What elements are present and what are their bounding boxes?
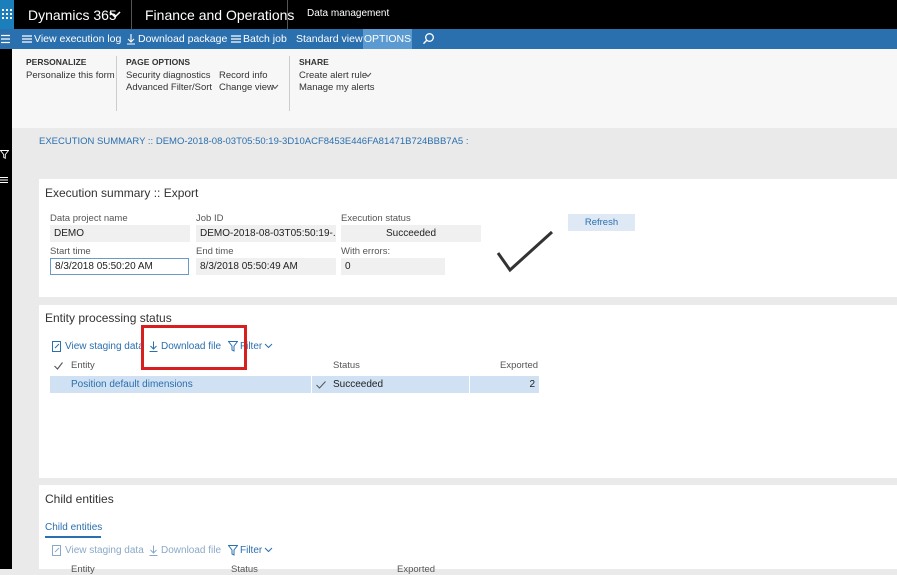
data-project-field[interactable]: DEMO [50, 225, 190, 242]
ribbon-group-header: PAGE OPTIONS [126, 57, 191, 67]
chevron-down-icon[interactable] [271, 84, 279, 90]
field-label: Start time [50, 246, 91, 257]
manage-alerts-button[interactable]: Manage my alerts [299, 82, 375, 93]
breadcrumb[interactable]: Data management [307, 8, 389, 19]
column-header-entity[interactable]: Entity [71, 564, 95, 575]
advanced-filter-button[interactable]: Advanced Filter/Sort [126, 82, 212, 93]
app-launcher-icon[interactable] [0, 0, 14, 29]
cell-divider [469, 376, 470, 393]
refresh-button[interactable]: Refresh [568, 214, 635, 231]
ribbon-divider [289, 56, 290, 111]
entity-name-link[interactable]: Position default dimensions [71, 379, 193, 390]
child-download-file-button[interactable]: Download file [161, 545, 221, 556]
list-icon [22, 35, 32, 43]
select-all-checkmark-icon[interactable] [54, 362, 63, 370]
standard-view-button[interactable]: Standard view [296, 29, 363, 49]
chevron-down-icon[interactable] [264, 343, 273, 349]
download-icon [127, 34, 135, 45]
personalize-form-button[interactable]: Personalize this form [26, 70, 115, 81]
chevron-down-icon[interactable] [264, 547, 273, 553]
ribbon-group-header: SHARE [299, 57, 329, 67]
filter-icon [228, 545, 238, 556]
field-label: End time [196, 246, 234, 257]
highlight-box [141, 325, 247, 370]
column-header-status[interactable]: Status [231, 564, 258, 575]
start-time-field[interactable]: 8/3/2018 05:50:20 AM [50, 258, 189, 275]
view-execution-log-button[interactable]: View execution log [34, 29, 121, 49]
section-title: Entity processing status [45, 311, 172, 325]
view-data-icon [52, 545, 61, 556]
child-view-staging-data-button[interactable]: View staging data [65, 545, 144, 556]
topbar-divider [131, 0, 132, 29]
left-nav-rail [0, 49, 12, 569]
batch-job-button[interactable]: Batch job [243, 29, 287, 49]
field-label: Execution status [341, 213, 411, 224]
app-name[interactable]: Dynamics 365 [28, 7, 117, 23]
field-label: With errors: [341, 246, 391, 257]
top-bar [0, 0, 897, 29]
with-errors-field[interactable]: 0 [341, 258, 445, 275]
download-icon [149, 545, 158, 556]
tab-options[interactable]: OPTIONS [363, 29, 412, 49]
page-title: EXECUTION SUMMARY :: DEMO-2018-08-03T05:… [39, 136, 469, 147]
list-icon [231, 35, 241, 43]
job-id-field[interactable]: DEMO-2018-08-03T05:50:19-... [196, 225, 336, 242]
security-diagnostics-button[interactable]: Security diagnostics [126, 70, 210, 81]
execution-status-field[interactable]: Succeeded [341, 225, 481, 242]
list-icon[interactable] [0, 176, 9, 184]
topbar-divider [287, 0, 288, 29]
hamburger-icon[interactable] [1, 34, 11, 44]
field-label: Job ID [196, 213, 224, 224]
view-data-icon [52, 341, 61, 352]
checkmark-icon [316, 381, 326, 389]
column-header-exported[interactable]: Exported [397, 564, 435, 575]
change-view-button[interactable]: Change view [219, 82, 274, 93]
column-header-status[interactable]: Status [333, 360, 360, 371]
exported-cell: 2 [529, 379, 535, 390]
chevron-down-icon[interactable] [109, 8, 121, 20]
section-title: Child entities [45, 492, 114, 506]
section-title: Execution summary :: Export [45, 186, 199, 200]
child-entities-panel [39, 485, 897, 569]
chevron-down-icon[interactable] [364, 72, 372, 78]
create-alert-rule-button[interactable]: Create alert rule [299, 70, 367, 81]
tab-child-entities[interactable]: Child entities [45, 522, 102, 533]
tab-underline [45, 536, 101, 538]
field-label: Data project name [50, 213, 128, 224]
status-cell: Succeeded [333, 379, 384, 390]
ribbon-group-header: PERSONALIZE [26, 57, 87, 67]
end-time-field[interactable]: 8/3/2018 05:50:49 AM [196, 258, 336, 275]
module-name[interactable]: Finance and Operations [145, 7, 294, 23]
checkmark-icon [496, 230, 554, 273]
child-filter-button[interactable]: Filter [240, 545, 262, 556]
view-staging-data-button[interactable]: View staging data [65, 341, 144, 352]
record-info-button[interactable]: Record info [219, 70, 268, 81]
column-header-exported[interactable]: Exported [500, 360, 538, 371]
ribbon-divider [116, 56, 117, 111]
column-header-entity[interactable]: Entity [71, 360, 95, 371]
download-package-button[interactable]: Download package [138, 29, 227, 49]
filter-icon[interactable] [0, 150, 9, 159]
cell-divider [311, 376, 312, 393]
search-icon[interactable] [422, 32, 435, 45]
